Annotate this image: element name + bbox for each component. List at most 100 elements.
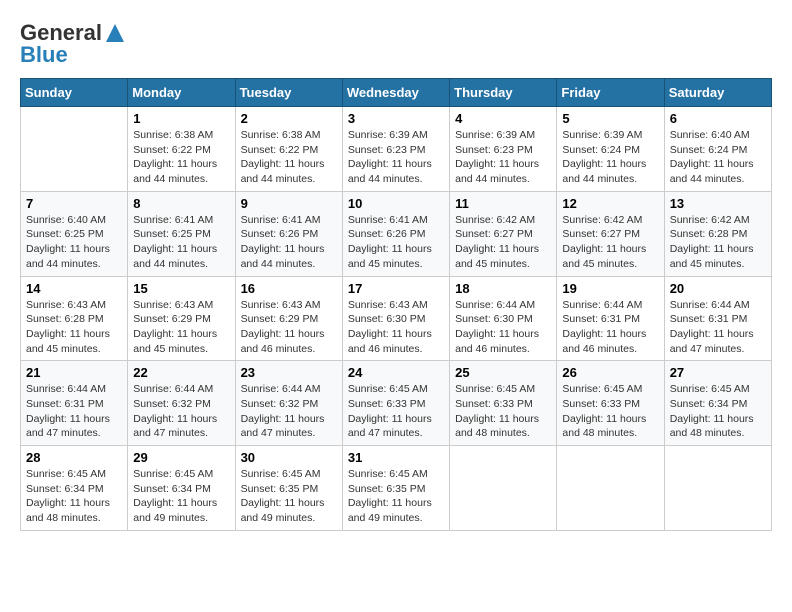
day-info: Sunrise: 6:45 AM Sunset: 6:33 PM Dayligh… (562, 382, 658, 441)
day-info: Sunrise: 6:44 AM Sunset: 6:32 PM Dayligh… (241, 382, 337, 441)
weekday-friday: Friday (557, 79, 664, 107)
day-info: Sunrise: 6:44 AM Sunset: 6:32 PM Dayligh… (133, 382, 229, 441)
calendar-cell: 31Sunrise: 6:45 AM Sunset: 6:35 PM Dayli… (342, 446, 449, 531)
day-info: Sunrise: 6:44 AM Sunset: 6:31 PM Dayligh… (670, 298, 766, 357)
logo-icon (104, 22, 126, 44)
day-number: 7 (26, 196, 122, 211)
calendar-cell: 15 Sunrise: 6:43 AM Sunset: 6:29 PM Dayli… (128, 276, 235, 361)
calendar-cell: 3 Sunrise: 6:39 AM Sunset: 6:23 PM Daylig… (342, 107, 449, 192)
calendar-cell: 5 Sunrise: 6:39 AM Sunset: 6:24 PM Daylig… (557, 107, 664, 192)
day-number: 10 (348, 196, 444, 211)
day-info: Sunrise: 6:38 AM Sunset: 6:22 PM Dayligh… (241, 128, 337, 187)
day-number: 29 (133, 450, 229, 465)
day-number: 20 (670, 281, 766, 296)
day-number: 30 (241, 450, 337, 465)
day-number: 16 (241, 281, 337, 296)
day-number: 14 (26, 281, 122, 296)
calendar-cell: 2 Sunrise: 6:38 AM Sunset: 6:22 PM Daylig… (235, 107, 342, 192)
calendar-cell: 7 Sunrise: 6:40 AM Sunset: 6:25 PM Daylig… (21, 191, 128, 276)
calendar-week-2: 7 Sunrise: 6:40 AM Sunset: 6:25 PM Daylig… (21, 191, 772, 276)
day-info: Sunrise: 6:44 AM Sunset: 6:30 PM Dayligh… (455, 298, 551, 357)
calendar-table: SundayMondayTuesdayWednesdayThursdayFrid… (20, 78, 772, 531)
calendar-cell: 30Sunrise: 6:45 AM Sunset: 6:35 PM Dayli… (235, 446, 342, 531)
day-number: 31 (348, 450, 444, 465)
calendar-cell: 25 Sunrise: 6:45 AM Sunset: 6:33 PM Dayli… (450, 361, 557, 446)
day-number: 4 (455, 111, 551, 126)
day-number: 21 (26, 365, 122, 380)
day-info: Sunrise: 6:39 AM Sunset: 6:23 PM Dayligh… (348, 128, 444, 187)
day-info: Sunrise: 6:40 AM Sunset: 6:25 PM Dayligh… (26, 213, 122, 272)
calendar-cell: 14 Sunrise: 6:43 AM Sunset: 6:28 PM Dayli… (21, 276, 128, 361)
calendar-cell: 10 Sunrise: 6:41 AM Sunset: 6:26 PM Dayli… (342, 191, 449, 276)
calendar-week-1: 1 Sunrise: 6:38 AM Sunset: 6:22 PM Daylig… (21, 107, 772, 192)
weekday-saturday: Saturday (664, 79, 771, 107)
day-number: 22 (133, 365, 229, 380)
calendar-cell: 13 Sunrise: 6:42 AM Sunset: 6:28 PM Dayli… (664, 191, 771, 276)
day-number: 25 (455, 365, 551, 380)
weekday-sunday: Sunday (21, 79, 128, 107)
day-info: Sunrise: 6:43 AM Sunset: 6:29 PM Dayligh… (133, 298, 229, 357)
calendar-cell: 8Sunrise: 6:41 AM Sunset: 6:25 PM Daylig… (128, 191, 235, 276)
calendar-cell: 19 Sunrise: 6:44 AM Sunset: 6:31 PM Dayli… (557, 276, 664, 361)
day-number: 8 (133, 196, 229, 211)
calendar-cell (557, 446, 664, 531)
day-info: Sunrise: 6:45 AM Sunset: 6:33 PM Dayligh… (348, 382, 444, 441)
calendar-cell: 26Sunrise: 6:45 AM Sunset: 6:33 PM Dayli… (557, 361, 664, 446)
day-info: Sunrise: 6:45 AM Sunset: 6:34 PM Dayligh… (670, 382, 766, 441)
calendar-cell: 17 Sunrise: 6:43 AM Sunset: 6:30 PM Dayli… (342, 276, 449, 361)
day-info: Sunrise: 6:45 AM Sunset: 6:33 PM Dayligh… (455, 382, 551, 441)
day-number: 6 (670, 111, 766, 126)
calendar-cell: 29 Sunrise: 6:45 AM Sunset: 6:34 PM Dayli… (128, 446, 235, 531)
day-info: Sunrise: 6:43 AM Sunset: 6:30 PM Dayligh… (348, 298, 444, 357)
day-number: 15 (133, 281, 229, 296)
calendar-cell: 1 Sunrise: 6:38 AM Sunset: 6:22 PM Daylig… (128, 107, 235, 192)
day-info: Sunrise: 6:38 AM Sunset: 6:22 PM Dayligh… (133, 128, 229, 187)
day-info: Sunrise: 6:42 AM Sunset: 6:27 PM Dayligh… (455, 213, 551, 272)
calendar-week-5: 28 Sunrise: 6:45 AM Sunset: 6:34 PM Dayli… (21, 446, 772, 531)
calendar-cell: 21 Sunrise: 6:44 AM Sunset: 6:31 PM Dayli… (21, 361, 128, 446)
day-info: Sunrise: 6:45 AM Sunset: 6:34 PM Dayligh… (133, 467, 229, 526)
logo-blue-text: Blue (20, 42, 68, 68)
day-number: 28 (26, 450, 122, 465)
day-info: Sunrise: 6:40 AM Sunset: 6:24 PM Dayligh… (670, 128, 766, 187)
day-number: 12 (562, 196, 658, 211)
day-info: Sunrise: 6:43 AM Sunset: 6:28 PM Dayligh… (26, 298, 122, 357)
day-info: Sunrise: 6:39 AM Sunset: 6:24 PM Dayligh… (562, 128, 658, 187)
calendar-cell: 28 Sunrise: 6:45 AM Sunset: 6:34 PM Dayli… (21, 446, 128, 531)
calendar-cell: 4Sunrise: 6:39 AM Sunset: 6:23 PM Daylig… (450, 107, 557, 192)
day-number: 1 (133, 111, 229, 126)
calendar-cell: 24 Sunrise: 6:45 AM Sunset: 6:33 PM Dayli… (342, 361, 449, 446)
day-number: 13 (670, 196, 766, 211)
day-number: 23 (241, 365, 337, 380)
day-info: Sunrise: 6:41 AM Sunset: 6:26 PM Dayligh… (348, 213, 444, 272)
day-number: 2 (241, 111, 337, 126)
calendar-cell: 20 Sunrise: 6:44 AM Sunset: 6:31 PM Dayli… (664, 276, 771, 361)
day-number: 3 (348, 111, 444, 126)
calendar-cell: 16Sunrise: 6:43 AM Sunset: 6:29 PM Dayli… (235, 276, 342, 361)
day-info: Sunrise: 6:41 AM Sunset: 6:26 PM Dayligh… (241, 213, 337, 272)
weekday-thursday: Thursday (450, 79, 557, 107)
day-number: 9 (241, 196, 337, 211)
day-info: Sunrise: 6:45 AM Sunset: 6:34 PM Dayligh… (26, 467, 122, 526)
day-info: Sunrise: 6:44 AM Sunset: 6:31 PM Dayligh… (562, 298, 658, 357)
day-number: 17 (348, 281, 444, 296)
calendar-cell: 23 Sunrise: 6:44 AM Sunset: 6:32 PM Dayli… (235, 361, 342, 446)
day-info: Sunrise: 6:44 AM Sunset: 6:31 PM Dayligh… (26, 382, 122, 441)
day-number: 19 (562, 281, 658, 296)
calendar-week-3: 14 Sunrise: 6:43 AM Sunset: 6:28 PM Dayli… (21, 276, 772, 361)
page-header: General Blue (20, 20, 772, 68)
day-number: 5 (562, 111, 658, 126)
day-number: 24 (348, 365, 444, 380)
calendar-cell: 9 Sunrise: 6:41 AM Sunset: 6:26 PM Daylig… (235, 191, 342, 276)
calendar-cell (21, 107, 128, 192)
calendar-cell: 22 Sunrise: 6:44 AM Sunset: 6:32 PM Dayli… (128, 361, 235, 446)
calendar-cell (664, 446, 771, 531)
calendar-cell: 12 Sunrise: 6:42 AM Sunset: 6:27 PM Dayli… (557, 191, 664, 276)
weekday-header-row: SundayMondayTuesdayWednesdayThursdayFrid… (21, 79, 772, 107)
weekday-monday: Monday (128, 79, 235, 107)
calendar-cell: 18Sunrise: 6:44 AM Sunset: 6:30 PM Dayli… (450, 276, 557, 361)
calendar-cell: 6 Sunrise: 6:40 AM Sunset: 6:24 PM Daylig… (664, 107, 771, 192)
day-info: Sunrise: 6:42 AM Sunset: 6:28 PM Dayligh… (670, 213, 766, 272)
calendar-cell: 27Sunrise: 6:45 AM Sunset: 6:34 PM Dayli… (664, 361, 771, 446)
day-info: Sunrise: 6:42 AM Sunset: 6:27 PM Dayligh… (562, 213, 658, 272)
